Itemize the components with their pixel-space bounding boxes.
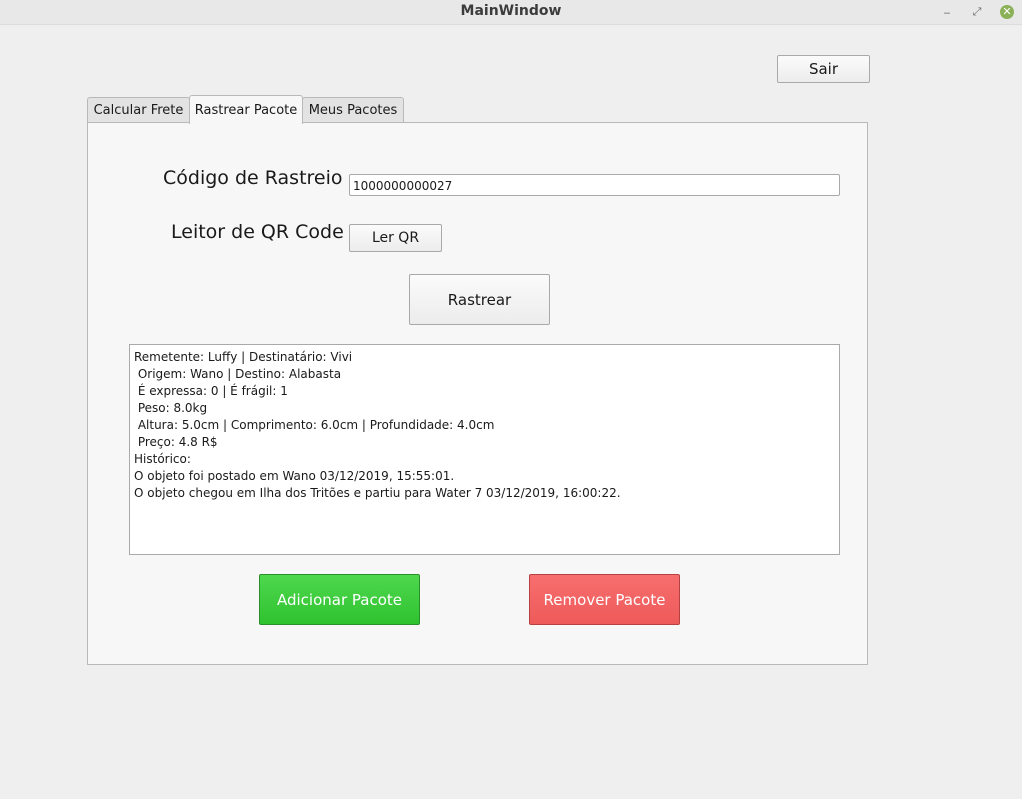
minimize-icon[interactable]: ‒ <box>939 4 955 20</box>
close-window-button[interactable]: ✕ <box>999 4 1015 20</box>
read-qr-button[interactable]: Ler QR <box>349 224 442 252</box>
track-button[interactable]: Rastrear <box>409 274 550 325</box>
result-line: Histórico: <box>134 452 191 466</box>
maximize-icon[interactable]: ⤢ <box>969 4 985 20</box>
result-line: Altura: 5.0cm | Comprimento: 6.0cm | Pro… <box>134 418 495 432</box>
close-icon: ✕ <box>1000 5 1014 19</box>
window-title: MainWindow <box>460 3 562 19</box>
result-line: O objeto foi postado em Wano 03/12/2019,… <box>134 469 455 483</box>
tab-calcular-frete[interactable]: Calcular Frete <box>87 97 190 123</box>
tracking-result-textarea[interactable]: Remetente: Luffy | Destinatário: Vivi Or… <box>129 344 840 555</box>
result-line: É expressa: 0 | É frágil: 1 <box>134 384 288 398</box>
tab-meus-pacotes[interactable]: Meus Pacotes <box>302 97 404 123</box>
exit-button[interactable]: Sair <box>777 55 870 83</box>
result-line: Remetente: Luffy | Destinatário: Vivi <box>134 350 353 364</box>
add-package-button[interactable]: Adicionar Pacote <box>259 574 420 625</box>
result-line: Origem: Wano | Destino: Alabasta <box>134 367 342 381</box>
tracking-code-label: Código de Rastreio <box>163 167 343 189</box>
remove-package-button[interactable]: Remover Pacote <box>529 574 680 625</box>
tab-rastrear-pacote[interactable]: Rastrear Pacote <box>189 95 303 124</box>
qr-reader-label: Leitor de QR Code <box>171 221 344 243</box>
tracking-code-input[interactable]: 1000000000027 <box>349 174 840 196</box>
result-line: Preço: 4.8 R$ <box>134 435 218 449</box>
title-bar: MainWindow ‒ ⤢ ✕ <box>0 0 1022 25</box>
result-line: Peso: 8.0kg <box>134 401 208 415</box>
result-line: O objeto chegou em Ilha dos Tritões e pa… <box>134 486 621 500</box>
